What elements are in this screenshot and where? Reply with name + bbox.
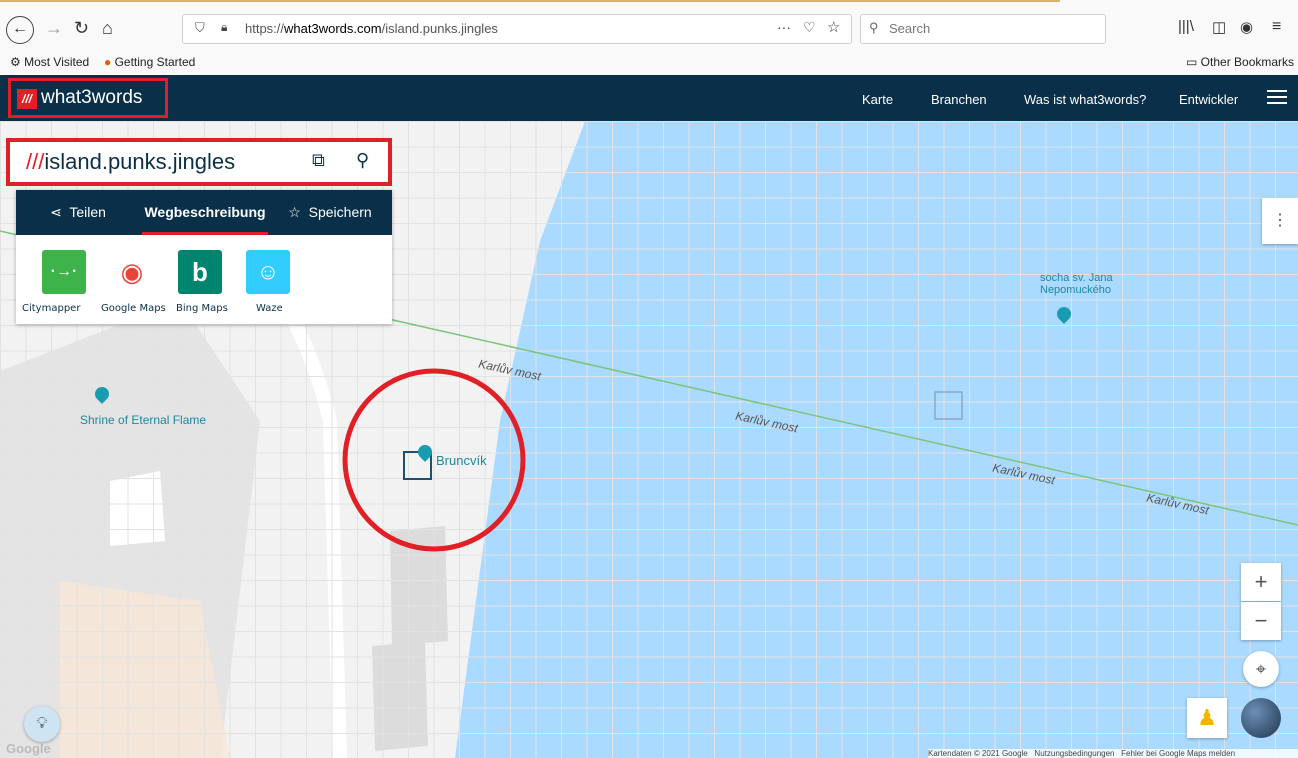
address-box[interactable]: ///island.punks.jingles ⧉ ⚲ bbox=[6, 138, 392, 186]
forward-button[interactable]: → bbox=[45, 18, 63, 39]
bing-maps-icon[interactable]: b bbox=[178, 250, 222, 294]
nav-entwickler[interactable]: Entwickler bbox=[1179, 92, 1238, 107]
bookmark-most-visited[interactable]: ⚙ Most Visited bbox=[10, 55, 89, 69]
w3w-address[interactable]: ///island.punks.jingles bbox=[26, 149, 235, 175]
label-shrine[interactable]: Shrine of Eternal Flame bbox=[80, 413, 206, 427]
google-maps-icon[interactable]: ◉ bbox=[110, 250, 154, 294]
browser-toolbar: ← → ↻ ⌂ ⛉ 🔒︎ https://what3words.com/isla… bbox=[0, 0, 1298, 53]
address-slashes: /// bbox=[26, 149, 45, 174]
url-bar[interactable]: ⛉ 🔒︎ https://what3words.com/island.punks… bbox=[182, 14, 852, 44]
search-icon: ⚲ bbox=[869, 20, 879, 35]
tab-accent-line bbox=[0, 0, 1060, 2]
tab-share[interactable]: ⋖ Teilen bbox=[16, 190, 140, 235]
tab-save[interactable]: ☆ Speichern bbox=[268, 190, 392, 235]
tab-bar: ⋖ Teilen Wegbeschreibung ☆ Speichern bbox=[16, 190, 392, 235]
home-button[interactable]: ⌂ bbox=[102, 18, 113, 39]
search-bar[interactable]: ⚲ Search bbox=[860, 14, 1106, 44]
locate-me-icon[interactable]: ⌖ bbox=[1243, 651, 1279, 687]
lock-icon[interactable]: 🔒︎ bbox=[221, 20, 227, 35]
satellite-toggle-icon[interactable] bbox=[1241, 698, 1281, 738]
brand-name: what3words bbox=[41, 87, 143, 108]
logo-mark: /// bbox=[17, 89, 37, 109]
share-icon: ⋖ bbox=[50, 204, 62, 220]
google-logo: Google bbox=[6, 741, 51, 756]
directions-panel: ⋖ Teilen Wegbeschreibung ☆ Speichern ·→·… bbox=[16, 190, 392, 324]
pocket-icon[interactable]: ♡ bbox=[803, 19, 816, 36]
star-icon: ☆ bbox=[288, 204, 301, 220]
waze-label[interactable]: Waze bbox=[256, 303, 283, 314]
address-words: island.punks.jingles bbox=[44, 149, 236, 174]
bookmark-getting-started[interactable]: ● Getting Started bbox=[104, 55, 195, 69]
nav-was-ist[interactable]: Was ist what3words? bbox=[1024, 92, 1146, 107]
search-icon[interactable]: ⚲ bbox=[356, 150, 369, 171]
what3words-logo[interactable]: /// what3words bbox=[8, 78, 168, 118]
tips-lightbulb-icon[interactable]: 💡︎ bbox=[24, 706, 60, 742]
map-footer: Kartendaten © 2021 Google Nutzungsbeding… bbox=[928, 749, 1298, 758]
page-actions-icon[interactable]: ··· bbox=[777, 19, 791, 35]
label-statue[interactable]: socha sv. Jana Nepomuckého bbox=[1040, 272, 1140, 296]
zoom-in-button[interactable]: + bbox=[1241, 563, 1281, 601]
shield-icon[interactable]: ⛉ bbox=[195, 20, 205, 36]
library-icon[interactable]: |||\ bbox=[1178, 18, 1194, 35]
label-bruncvik[interactable]: Bruncvík bbox=[436, 453, 487, 468]
bookmark-star-icon[interactable]: ☆ bbox=[827, 18, 840, 36]
google-maps-label[interactable]: Google Maps bbox=[101, 303, 166, 314]
zoom-out-button[interactable]: − bbox=[1241, 602, 1281, 640]
more-options-button[interactable]: ⋮ bbox=[1262, 198, 1298, 244]
bookmarks-toolbar: ⚙ Most Visited ● Getting Started ▭ Other… bbox=[0, 52, 1298, 74]
url-text[interactable]: https://what3words.com/island.punks.jing… bbox=[245, 21, 498, 36]
sidebar-icon[interactable]: ◫ bbox=[1212, 18, 1226, 36]
app-header: Karte Branchen Was ist what3words? Entwi… bbox=[0, 75, 1298, 121]
reload-button[interactable]: ↻ bbox=[74, 18, 89, 39]
back-button[interactable]: ← bbox=[6, 16, 34, 44]
citymapper-icon[interactable]: ·→· bbox=[42, 250, 86, 294]
citymapper-label[interactable]: Citymapper bbox=[22, 303, 80, 314]
menu-icon[interactable]: ≡ bbox=[1272, 18, 1281, 36]
waze-icon[interactable]: ☺ bbox=[246, 250, 290, 294]
account-icon[interactable]: ◉ bbox=[1240, 18, 1253, 36]
hamburger-menu-icon[interactable] bbox=[1267, 90, 1287, 104]
nav-branchen[interactable]: Branchen bbox=[931, 92, 987, 107]
copy-icon[interactable]: ⧉ bbox=[312, 150, 325, 171]
search-placeholder: Search bbox=[889, 21, 931, 36]
firefox-icon: ● bbox=[104, 55, 112, 69]
street-view-pegman-icon[interactable]: ♟ bbox=[1187, 698, 1227, 738]
footer-data: Kartendaten © 2021 Google bbox=[928, 749, 1028, 758]
nav-karte[interactable]: Karte bbox=[862, 92, 893, 107]
other-bookmarks[interactable]: ▭ Other Bookmarks bbox=[1186, 55, 1294, 69]
footer-terms[interactable]: Nutzungsbedingungen bbox=[1034, 749, 1114, 758]
footer-report[interactable]: Fehler bei Google Maps melden bbox=[1121, 749, 1235, 758]
bing-maps-label[interactable]: Bing Maps bbox=[176, 303, 228, 314]
tab-directions[interactable]: Wegbeschreibung bbox=[142, 190, 268, 235]
